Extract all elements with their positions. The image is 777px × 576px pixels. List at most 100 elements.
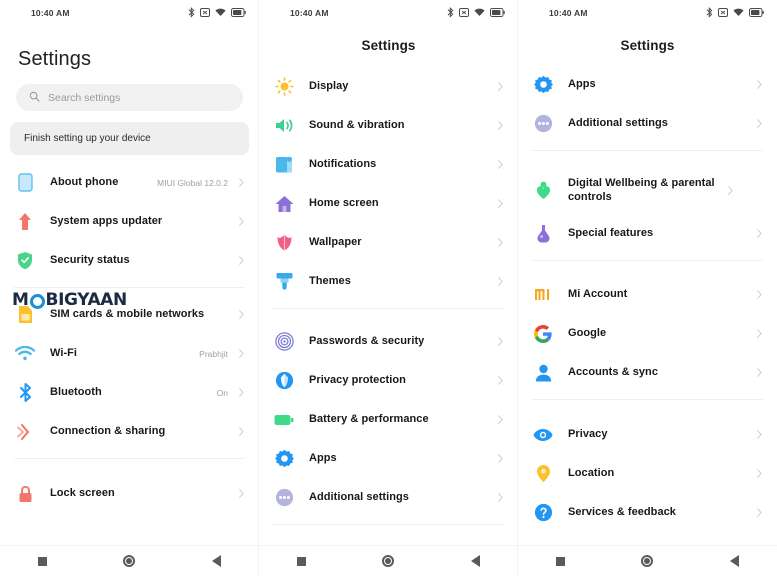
settings-panel-3: 10:40 AM Settings Apps Additional settin… xyxy=(518,0,777,576)
chevron-right-icon xyxy=(728,186,733,195)
row-label: Privacy xyxy=(568,427,608,440)
speaker-icon xyxy=(273,115,295,137)
settings-row-about-phone[interactable]: About phone MIUI Global 12.0.2 xyxy=(0,163,259,202)
search-input[interactable]: Search settings xyxy=(16,84,243,111)
watermark-text-pre: M xyxy=(12,290,29,310)
recents-button[interactable] xyxy=(297,556,307,566)
up-arrow-icon xyxy=(14,211,36,233)
row-label: Special features xyxy=(568,226,654,239)
wifi-signal-icon xyxy=(14,343,36,365)
battery-icon xyxy=(273,409,295,431)
watermark-o-ring xyxy=(29,293,45,309)
page-title: Settings xyxy=(361,38,416,53)
section-divider xyxy=(273,308,504,309)
settings-row-display[interactable]: Display xyxy=(259,67,518,106)
settings-list-1: About phone MIUI Global 12.0.2 System ap… xyxy=(0,163,259,513)
section-divider xyxy=(532,399,763,400)
settings-row-apps[interactable]: Apps xyxy=(259,439,518,478)
settings-row-passwords-security[interactable]: Passwords & security xyxy=(259,322,518,361)
paint-brush-icon xyxy=(273,271,295,293)
chevron-right-icon xyxy=(498,199,503,208)
row-label: Services & feedback xyxy=(568,505,676,518)
section-divider xyxy=(14,287,245,288)
chevron-right-icon xyxy=(757,229,762,238)
chevron-right-icon xyxy=(757,119,762,128)
fingerprint-icon xyxy=(273,331,295,353)
chevron-right-icon xyxy=(498,160,503,169)
chevron-right-icon xyxy=(239,178,244,187)
watermark-text-post: BIGYAAN xyxy=(45,290,128,310)
notification-icon xyxy=(273,154,295,176)
recents-button[interactable] xyxy=(556,556,566,566)
chevron-right-icon xyxy=(498,337,503,346)
gear-icon xyxy=(273,448,295,470)
settings-row-security-status[interactable]: Security status xyxy=(0,241,259,280)
recents-button[interactable] xyxy=(38,556,48,566)
chevron-right-icon xyxy=(757,80,762,89)
status-bar-icons xyxy=(447,7,505,18)
bluetooth-icon xyxy=(447,7,454,18)
chevron-right-icon xyxy=(757,368,762,377)
settings-row-google[interactable]: Google xyxy=(518,314,777,353)
settings-row-notifications[interactable]: Notifications xyxy=(259,145,518,184)
row-label: Security status xyxy=(50,253,130,266)
status-bar-time: 10:40 AM xyxy=(549,8,588,18)
settings-row-location[interactable]: Location xyxy=(518,454,777,493)
navigation-bar xyxy=(259,545,518,576)
back-button[interactable] xyxy=(211,555,221,567)
chevron-right-icon xyxy=(498,376,503,385)
row-label: Additional settings xyxy=(568,116,668,129)
back-button[interactable] xyxy=(470,555,480,567)
status-bar-time: 10:40 AM xyxy=(290,8,329,18)
row-label: Location xyxy=(568,466,615,479)
settings-panel-1: 10:40 AM Settings Search settings Finish… xyxy=(0,0,259,576)
mi-logo-icon xyxy=(532,284,554,306)
settings-row-additional-settings[interactable]: Additional settings xyxy=(259,478,518,517)
flask-icon xyxy=(532,223,554,245)
settings-row-privacy-protection[interactable]: Privacy protection xyxy=(259,361,518,400)
row-label: Wallpaper xyxy=(309,235,362,248)
chevron-right-icon xyxy=(498,415,503,424)
settings-row-connection-sharing[interactable]: Connection & sharing xyxy=(0,412,259,451)
settings-row-wallpaper[interactable]: Wallpaper xyxy=(259,223,518,262)
home-button[interactable] xyxy=(123,555,136,567)
chevron-right-icon xyxy=(498,82,503,91)
settings-row-mi-account[interactable]: Mi Account xyxy=(518,275,777,314)
search-placeholder: Search settings xyxy=(48,91,121,104)
settings-row-services-feedback[interactable]: Services & feedback xyxy=(518,493,777,532)
back-button[interactable] xyxy=(729,555,739,567)
row-label: Wi-Fi xyxy=(50,346,78,359)
section-divider xyxy=(532,150,763,151)
section-divider xyxy=(14,458,245,459)
vibrate-icon xyxy=(459,8,469,17)
home-button[interactable] xyxy=(641,555,654,567)
chevron-right-icon xyxy=(757,290,762,299)
row-label: Google xyxy=(568,326,607,339)
home-button[interactable] xyxy=(382,555,395,567)
row-label: Display xyxy=(309,79,349,92)
settings-row-accounts-sync[interactable]: Accounts & sync xyxy=(518,353,777,392)
settings-row-digital-wellbeing[interactable]: Digital Wellbeing & parental controls xyxy=(518,167,777,214)
row-label: Themes xyxy=(309,274,351,287)
finish-setup-banner[interactable]: Finish setting up your device xyxy=(10,122,249,157)
navigation-bar xyxy=(518,545,777,576)
status-bar: 10:40 AM xyxy=(259,0,518,26)
wifi-icon xyxy=(733,8,744,17)
row-value: On xyxy=(216,387,228,398)
settings-row-apps[interactable]: Apps xyxy=(518,65,777,104)
settings-row-home-screen[interactable]: Home screen xyxy=(259,184,518,223)
settings-row-battery-performance[interactable]: Battery & performance xyxy=(259,400,518,439)
settings-row-system-apps-updater[interactable]: System apps updater xyxy=(0,202,259,241)
row-label: Accounts & sync xyxy=(568,365,658,378)
settings-row-themes[interactable]: Themes xyxy=(259,262,518,301)
page-title: Settings xyxy=(620,38,675,53)
battery-icon xyxy=(231,8,246,17)
settings-row-additional-settings[interactable]: Additional settings xyxy=(518,104,777,143)
settings-row-wifi[interactable]: Wi-Fi Prabhjit xyxy=(0,334,259,373)
chevron-right-icon xyxy=(498,277,503,286)
settings-row-privacy[interactable]: Privacy xyxy=(518,415,777,454)
settings-row-sound-vibration[interactable]: Sound & vibration xyxy=(259,106,518,145)
settings-row-bluetooth[interactable]: Bluetooth On xyxy=(0,373,259,412)
settings-row-lock-screen[interactable]: Lock screen xyxy=(0,474,259,513)
settings-row-special-features[interactable]: Special features xyxy=(518,214,777,253)
